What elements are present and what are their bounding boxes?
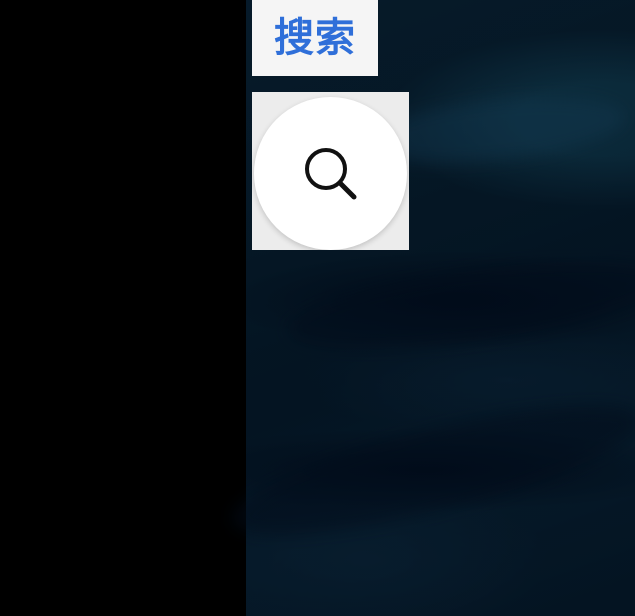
wallpaper-wave — [282, 243, 635, 367]
left-black-area — [0, 0, 246, 616]
wallpaper-wave — [222, 380, 635, 560]
screen: 搜索 — [0, 0, 635, 616]
search-label-box[interactable]: 搜索 — [252, 0, 378, 76]
search-app-icon[interactable] — [254, 97, 407, 250]
search-icon — [304, 147, 356, 199]
search-app-tile[interactable] — [252, 92, 409, 250]
search-label: 搜索 — [274, 15, 356, 61]
